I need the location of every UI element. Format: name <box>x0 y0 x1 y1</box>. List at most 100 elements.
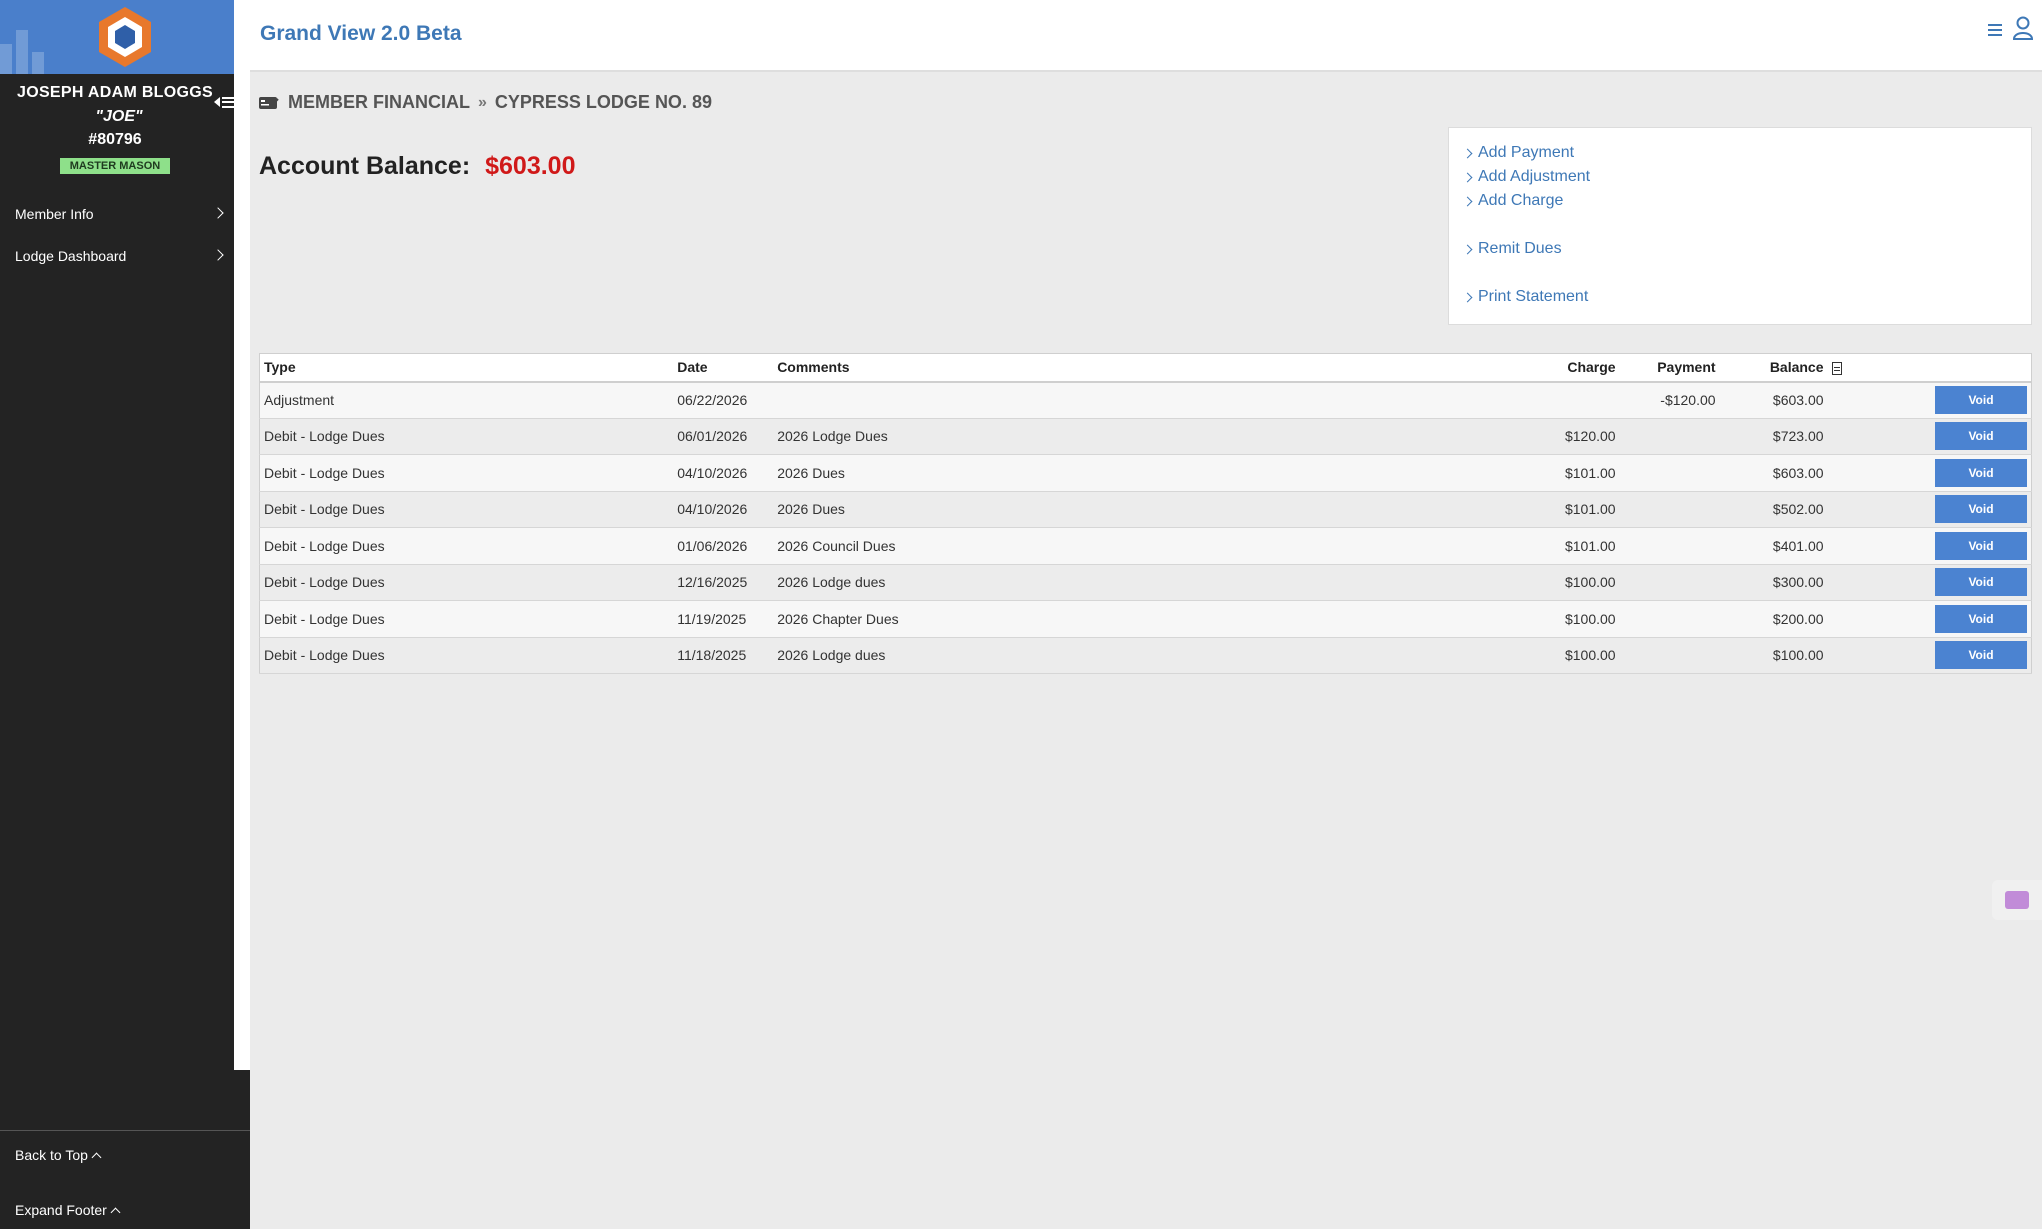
cell-date: 04/10/2026 <box>673 454 774 492</box>
header-date[interactable]: Date <box>673 353 774 383</box>
breadcrumb-lodge[interactable]: CYPRESS LODGE NO. 89 <box>495 92 712 113</box>
ledger-header-row: Type Date Comments Charge Payment Balanc… <box>259 353 2032 383</box>
cell-balance: $401.00 <box>1719 527 1828 565</box>
void-button[interactable]: Void <box>1935 568 2027 597</box>
sidebar-item-label: Lodge Dashboard <box>15 248 127 264</box>
cell-date: 01/06/2026 <box>673 527 774 565</box>
cell-type: Debit - Lodge Dues <box>259 527 674 565</box>
sidebar-item-member-info[interactable]: Member Info <box>0 193 234 235</box>
app-title[interactable]: Grand View 2.0 Beta <box>260 22 462 46</box>
logo-hexagon-icon[interactable] <box>95 5 155 69</box>
cell-comments: 2026 Dues <box>773 491 1483 528</box>
header-charge[interactable]: Charge <box>1482 353 1620 383</box>
sidebar-footer: Back to Top Expand Footer <box>0 1130 250 1218</box>
back-to-top-label: Back to Top <box>15 1147 88 1163</box>
print-statement-label: Print Statement <box>1478 288 1589 305</box>
void-button[interactable]: Void <box>1935 422 2027 451</box>
chevron-right-icon <box>1462 292 1473 302</box>
cell-payment <box>1619 564 1720 601</box>
account-balance-amount: $603.00 <box>485 152 576 180</box>
cell-payment: -$120.00 <box>1619 381 1720 419</box>
cell-type: Debit - Lodge Dues <box>259 600 674 638</box>
add-payment-label: Add Payment <box>1478 144 1575 161</box>
cell-charge: $101.00 <box>1482 454 1620 492</box>
cell-charge: $120.00 <box>1482 418 1620 455</box>
cell-comments: 2026 Chapter Dues <box>773 600 1483 638</box>
sidebar-collapse-button[interactable] <box>214 92 236 112</box>
cell-payment <box>1619 527 1720 565</box>
cell-payment <box>1619 418 1720 455</box>
ledger-table: Type Date Comments Charge Payment Balanc… <box>259 353 2032 674</box>
cell-document <box>1827 600 1858 638</box>
cell-actions: Void <box>1857 564 2032 601</box>
header-type[interactable]: Type <box>259 353 674 383</box>
cell-document <box>1827 527 1858 565</box>
breadcrumb: MEMBER FINANCIAL » CYPRESS LODGE NO. 89 <box>258 92 712 113</box>
cell-payment <box>1619 600 1720 638</box>
header-comments[interactable]: Comments <box>773 353 1483 383</box>
cell-balance: $100.00 <box>1719 637 1828 674</box>
remit-dues-link[interactable]: Remit Dues <box>1462 240 1562 258</box>
cell-date: 04/10/2026 <box>673 491 774 528</box>
chevron-right-icon <box>1462 244 1473 254</box>
cell-charge: $101.00 <box>1482 491 1620 528</box>
cell-balance: $603.00 <box>1719 381 1828 419</box>
hamburger-icon <box>222 96 236 108</box>
sidebar-item-lodge-dashboard[interactable]: Lodge Dashboard <box>0 235 234 277</box>
hamburger-icon[interactable] <box>1988 24 2002 36</box>
header-balance[interactable]: Balance <box>1719 353 1828 383</box>
cell-document <box>1827 637 1858 674</box>
print-statement-link[interactable]: Print Statement <box>1462 288 1589 306</box>
cell-payment <box>1619 637 1720 674</box>
table-row: Debit - Lodge Dues 11/18/2025 2026 Lodge d… <box>259 637 2032 674</box>
cell-type: Debit - Lodge Dues <box>259 564 674 601</box>
cell-charge: $100.00 <box>1482 637 1620 674</box>
void-button[interactable]: Void <box>1935 495 2027 524</box>
cell-type: Debit - Lodge Dues <box>259 418 674 455</box>
add-payment-link[interactable]: Add Payment <box>1462 144 1575 162</box>
add-adjustment-link[interactable]: Add Adjustment <box>1462 168 1590 186</box>
void-button[interactable]: Void <box>1935 386 2027 414</box>
cell-type: Debit - Lodge Dues <box>259 637 674 674</box>
cell-document <box>1827 491 1858 528</box>
actions-panel: Add Payment Add Adjustment Add Charge Re… <box>1448 127 2032 325</box>
table-row: Debit - Lodge Dues 11/19/2025 2026 Chapter… <box>259 600 2032 638</box>
void-button[interactable]: Void <box>1935 458 2027 487</box>
cell-balance: $502.00 <box>1719 491 1828 528</box>
cell-comments: 2026 Lodge dues <box>773 564 1483 601</box>
chevron-right-icon <box>1462 172 1473 182</box>
cell-type: Debit - Lodge Dues <box>259 491 674 528</box>
cell-document <box>1827 564 1858 601</box>
caret-left-icon <box>214 97 220 107</box>
void-button[interactable]: Void <box>1935 604 2027 633</box>
cell-date: 11/19/2025 <box>673 600 774 638</box>
void-button[interactable]: Void <box>1935 531 2027 560</box>
cell-document <box>1827 454 1858 492</box>
header-document[interactable] <box>1827 353 1858 383</box>
user-icon[interactable] <box>2012 16 2034 40</box>
cell-balance: $723.00 <box>1719 418 1828 455</box>
sidebar-scrollbar[interactable] <box>234 0 250 1070</box>
help-widget[interactable] <box>1992 880 2042 920</box>
cell-charge: $100.00 <box>1482 564 1620 601</box>
cell-comments: 2026 Lodge Dues <box>773 418 1483 455</box>
expand-footer-link[interactable]: Expand Footer <box>15 1202 121 1218</box>
sidebar-item-label: Member Info <box>15 206 94 222</box>
sidebar-logo-area <box>0 0 250 74</box>
cell-date: 12/16/2025 <box>673 564 774 601</box>
cell-comments <box>773 381 1483 419</box>
back-to-top-link[interactable]: Back to Top <box>15 1147 102 1163</box>
cell-charge: $101.00 <box>1482 527 1620 565</box>
void-button[interactable]: Void <box>1935 641 2027 670</box>
table-row: Debit - Lodge Dues 01/06/2026 2026 Council… <box>259 527 2032 565</box>
chevron-up-icon <box>110 1207 121 1217</box>
expand-footer-label: Expand Footer <box>15 1202 107 1218</box>
add-charge-link[interactable]: Add Charge <box>1462 192 1563 210</box>
header-payment[interactable]: Payment <box>1619 353 1720 383</box>
cell-comments: 2026 Lodge dues <box>773 637 1483 674</box>
ledger-body: Adjustment 06/22/2026 -$120.00 $603.00 Void D… <box>259 381 2032 674</box>
cell-document <box>1827 418 1858 455</box>
account-balance: Account Balance: $603.00 <box>259 152 576 181</box>
breadcrumb-section[interactable]: MEMBER FINANCIAL <box>288 92 470 113</box>
sidebar: JOSEPH ADAM BLOGGS "JOE" #80796 MASTER M… <box>0 0 258 1229</box>
